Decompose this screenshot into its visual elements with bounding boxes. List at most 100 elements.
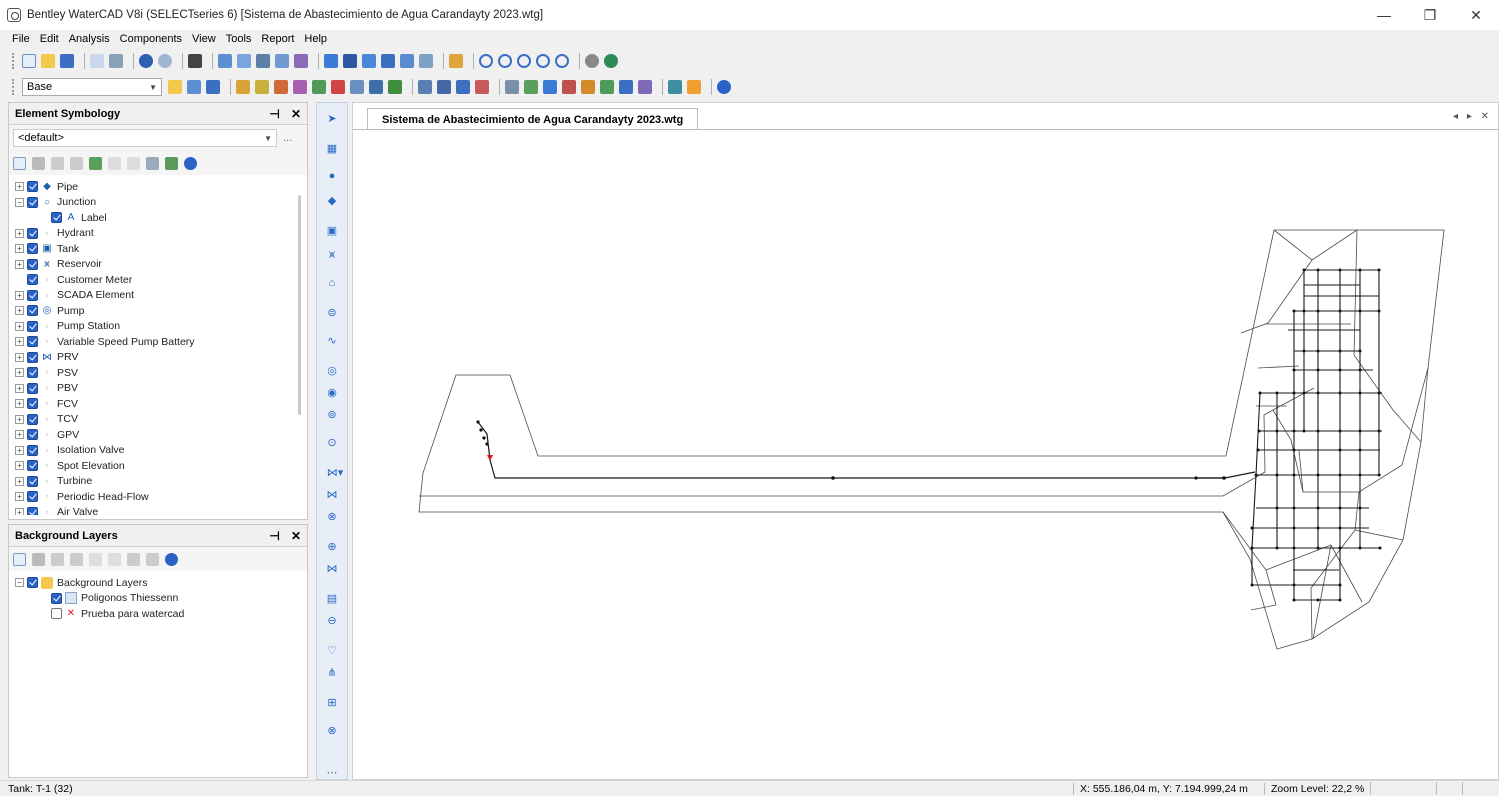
zoom-extents-icon[interactable] bbox=[479, 54, 493, 68]
junction-node[interactable] bbox=[1316, 268, 1320, 272]
junction-node[interactable] bbox=[1275, 473, 1279, 477]
menu-tools[interactable]: Tools bbox=[226, 33, 252, 45]
pin-icon[interactable]: ⊣ bbox=[269, 107, 279, 121]
junction-node[interactable] bbox=[1338, 429, 1342, 433]
symbology-definition-combo[interactable]: <default> ▼ bbox=[13, 129, 277, 147]
junction-node[interactable] bbox=[1292, 309, 1296, 313]
collapse-icon[interactable]: − bbox=[15, 578, 24, 588]
layout-pipe-icon[interactable]: ▦ bbox=[325, 141, 339, 155]
visibility-checkbox[interactable] bbox=[27, 243, 38, 255]
junction-node[interactable] bbox=[1316, 526, 1320, 530]
expand-icon[interactable]: + bbox=[15, 368, 24, 378]
junction-node[interactable] bbox=[1358, 268, 1362, 272]
network-navigator-icon[interactable] bbox=[505, 80, 519, 94]
move-down-icon[interactable] bbox=[108, 552, 121, 566]
symbology-item[interactable]: + ▫ Isolation Valve bbox=[15, 443, 307, 459]
visibility-checkbox[interactable] bbox=[27, 413, 38, 425]
layer-item[interactable]: − Background Layers bbox=[15, 575, 307, 591]
vspb-tool-icon[interactable]: ⊚ bbox=[325, 407, 339, 421]
minimize-button[interactable]: — bbox=[1361, 0, 1407, 30]
menu-view[interactable]: View bbox=[192, 33, 216, 45]
expand-icon[interactable]: + bbox=[15, 445, 24, 455]
move-down-icon[interactable] bbox=[127, 156, 140, 170]
visibility-checkbox[interactable] bbox=[27, 289, 38, 301]
toolbar-grip[interactable] bbox=[12, 53, 18, 69]
menu-help[interactable]: Help bbox=[304, 33, 327, 45]
junction-node[interactable] bbox=[1302, 429, 1306, 433]
symbology-item[interactable]: + ▫ SCADA Element bbox=[15, 288, 307, 304]
junction-node[interactable] bbox=[1338, 448, 1342, 452]
pump-station-tool-icon[interactable]: ◉ bbox=[325, 385, 339, 399]
symbology-item[interactable]: + ▫ PSV bbox=[15, 365, 307, 381]
close-panel-icon[interactable]: ✕ bbox=[291, 107, 301, 121]
junction-node[interactable] bbox=[1338, 598, 1342, 602]
calculation-options-icon[interactable] bbox=[256, 54, 270, 68]
junction-node[interactable] bbox=[1377, 473, 1381, 477]
junction-node[interactable] bbox=[1338, 506, 1342, 510]
maximize-button[interactable]: ❐ bbox=[1407, 0, 1453, 30]
expand-icon[interactable]: + bbox=[15, 306, 24, 316]
patterns-icon[interactable] bbox=[437, 80, 451, 94]
document-tab[interactable]: Sistema de Abastecimiento de Agua Carand… bbox=[367, 108, 699, 130]
zoom-previous-icon[interactable] bbox=[555, 54, 569, 68]
collapse-icon[interactable] bbox=[146, 552, 159, 566]
open-icon[interactable] bbox=[41, 54, 55, 68]
expand-icon[interactable]: + bbox=[15, 321, 24, 331]
junction-node[interactable] bbox=[1292, 546, 1296, 550]
junction-node[interactable] bbox=[1358, 473, 1362, 477]
junction-node[interactable] bbox=[1338, 583, 1342, 587]
layer-visibility-checkbox[interactable] bbox=[51, 592, 62, 604]
junction-node[interactable] bbox=[1338, 268, 1342, 272]
junction-node[interactable] bbox=[1316, 598, 1320, 602]
junction-node[interactable] bbox=[1292, 448, 1296, 452]
symbology-item[interactable]: + ▫ Variable Speed Pump Battery bbox=[15, 334, 307, 350]
rename-icon[interactable] bbox=[51, 156, 64, 170]
visibility-checkbox[interactable] bbox=[27, 491, 38, 503]
help-icon[interactable] bbox=[717, 80, 731, 94]
expand-icon[interactable]: + bbox=[15, 228, 24, 238]
junction-node[interactable] bbox=[1292, 368, 1296, 372]
junction-node[interactable] bbox=[1250, 526, 1254, 530]
help-icon[interactable] bbox=[165, 552, 178, 566]
help-icon[interactable] bbox=[184, 156, 197, 170]
discharge-tool-icon[interactable]: ⊞ bbox=[325, 695, 339, 709]
pump-tool-icon[interactable]: ◎ bbox=[325, 363, 339, 377]
visibility-checkbox[interactable] bbox=[27, 274, 38, 286]
drawing-canvas[interactable] bbox=[353, 130, 1498, 780]
tank-tool-icon[interactable]: ▣ bbox=[325, 223, 339, 237]
junction-node[interactable] bbox=[1378, 546, 1382, 550]
water-quality-icon[interactable] bbox=[600, 80, 614, 94]
more-button[interactable]: ... bbox=[283, 132, 292, 144]
expand-icon[interactable]: + bbox=[15, 414, 24, 424]
junction-node[interactable] bbox=[1292, 526, 1296, 530]
new-layer-icon[interactable] bbox=[13, 552, 26, 566]
visibility-checkbox[interactable] bbox=[27, 475, 38, 487]
zoom-out-icon[interactable] bbox=[536, 54, 550, 68]
expand-icon[interactable]: + bbox=[15, 352, 24, 362]
customer-meter-tool-icon[interactable]: ⌂ bbox=[325, 276, 339, 290]
isolation-valve-tool-icon[interactable]: ⊗ bbox=[325, 509, 339, 523]
expand-icon[interactable]: + bbox=[15, 337, 24, 347]
junction-node[interactable] bbox=[1338, 546, 1342, 550]
visibility-checkbox[interactable] bbox=[27, 367, 38, 379]
controls-icon[interactable] bbox=[418, 80, 432, 94]
loading-builder-icon[interactable] bbox=[236, 80, 250, 94]
junction-node[interactable] bbox=[1377, 391, 1381, 395]
active-topology-icon[interactable] bbox=[475, 80, 489, 94]
junction-node[interactable] bbox=[1358, 506, 1362, 510]
symbology-item[interactable]: + ▫ Pump Station bbox=[15, 319, 307, 335]
visibility-checkbox[interactable] bbox=[27, 320, 38, 332]
junction-node[interactable] bbox=[1302, 391, 1306, 395]
junction-node[interactable] bbox=[1292, 473, 1296, 477]
expand-icon[interactable]: + bbox=[15, 182, 24, 192]
terrain-icon[interactable] bbox=[293, 80, 307, 94]
layer-visibility-checkbox[interactable] bbox=[51, 608, 62, 620]
expand-icon[interactable]: + bbox=[15, 244, 24, 254]
close-panel-icon[interactable]: ✕ bbox=[291, 529, 301, 543]
hydrant-tool-icon[interactable]: ◆ bbox=[325, 193, 339, 207]
expand-icon[interactable]: + bbox=[15, 461, 24, 471]
junction-node[interactable] bbox=[1338, 526, 1342, 530]
delete-icon[interactable] bbox=[32, 156, 45, 170]
print-icon[interactable] bbox=[109, 54, 123, 68]
junction-node[interactable] bbox=[1316, 368, 1320, 372]
